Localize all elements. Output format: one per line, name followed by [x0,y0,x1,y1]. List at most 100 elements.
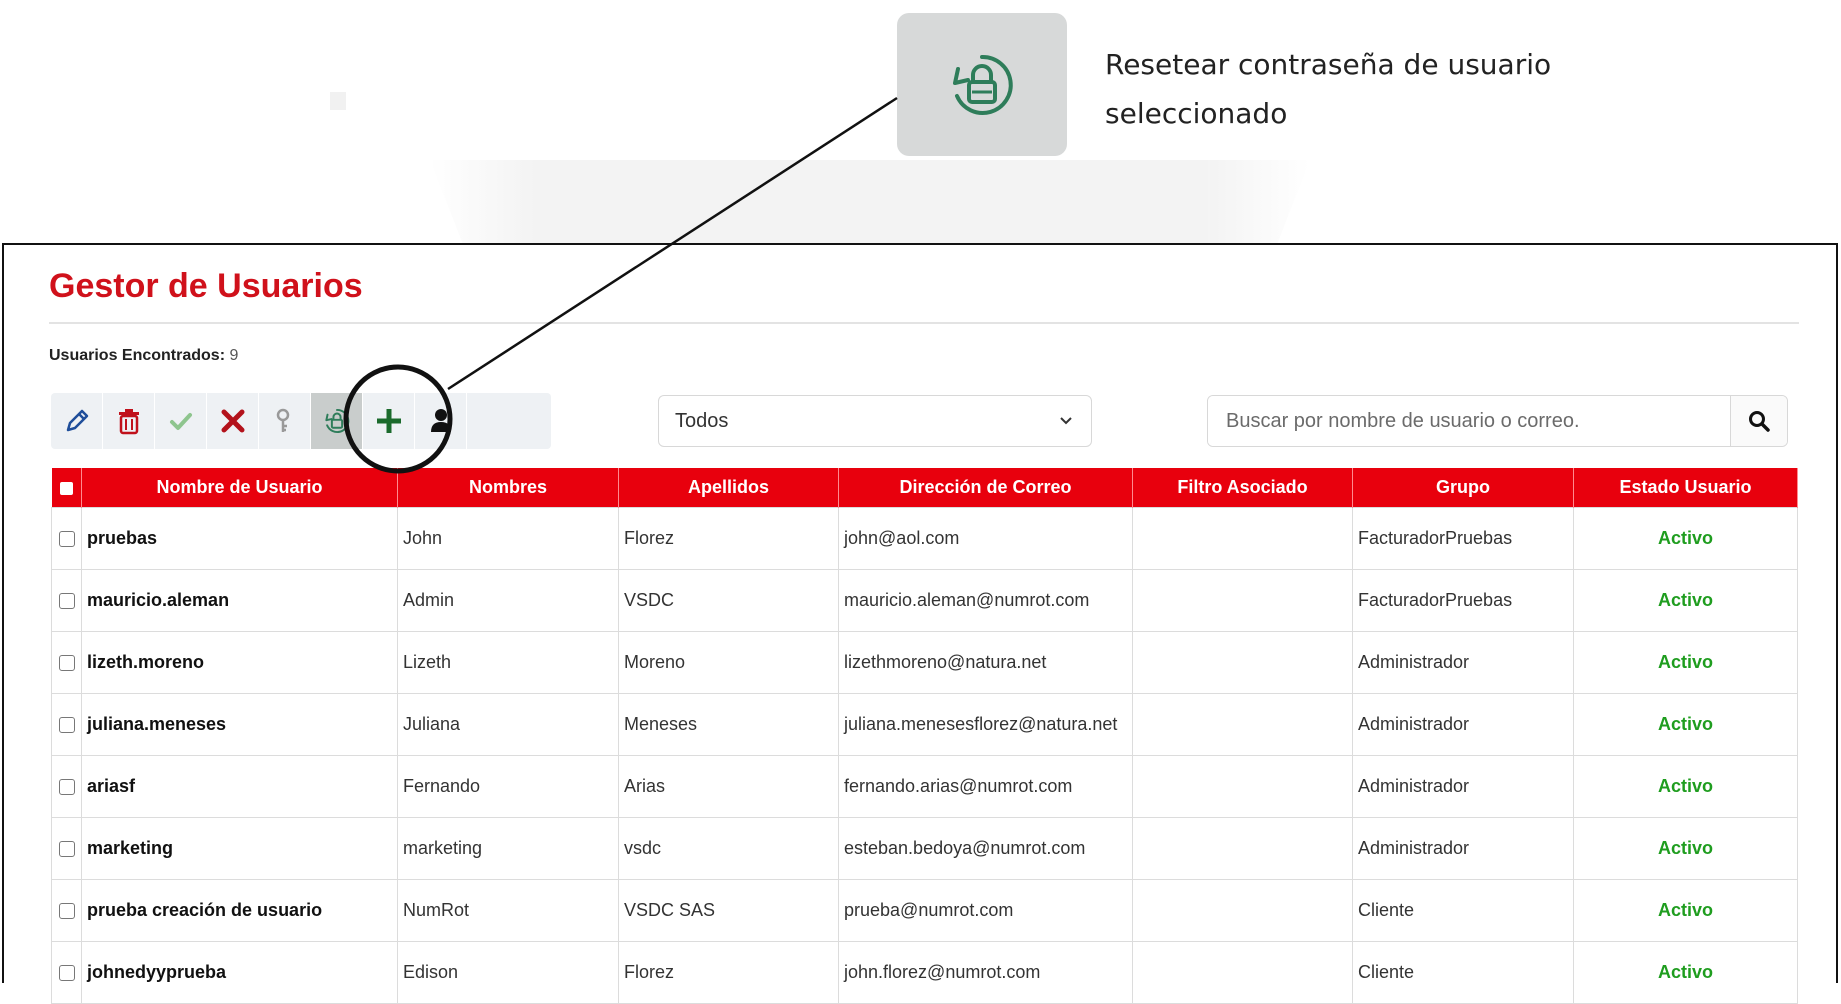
table-row[interactable]: ariasf Fernando Arias fernando.arias@numrot… [51,755,1798,818]
users-table: Nombre de Usuario Nombres Apellidos Dire… [51,468,1798,1004]
search-button[interactable] [1730,396,1787,446]
row-checkbox[interactable] [51,569,82,632]
cell-names: Juliana [397,693,619,756]
users-found-count: 9 [229,347,239,364]
cell-status: Activo [1573,693,1798,756]
cell-names: John [397,507,619,570]
row-checkbox[interactable] [51,631,82,694]
search-icon [1749,411,1770,432]
table-row[interactable]: prueba creación de usuario NumRot VSDC SAS… [51,879,1798,942]
select-all-checkbox[interactable] [51,468,82,508]
cell-surnames: Arias [618,755,839,818]
table-row[interactable]: marketing marketing vsdc esteban.bedoya@num… [51,817,1798,880]
page-title: Gestor de Usuarios [49,267,363,305]
cell-status: Activo [1573,755,1798,818]
cell-filter [1132,569,1353,632]
cell-group: Administrador [1352,755,1574,818]
checkbox[interactable] [58,593,75,610]
cell-username: mauricio.aleman [81,569,398,632]
cell-status: Activo [1573,879,1798,942]
header-surnames[interactable]: Apellidos [618,468,839,508]
row-checkbox[interactable] [51,755,82,818]
checkbox[interactable] [58,655,75,672]
cell-surnames: vsdc [618,817,839,880]
cell-surnames: Florez [618,507,839,570]
activate-button[interactable] [155,393,207,449]
cell-filter [1132,941,1353,1004]
header-group[interactable]: Grupo [1352,468,1574,508]
reset-password-button[interactable] [311,393,363,449]
key-button[interactable] [259,393,311,449]
add-user-button[interactable] [363,393,415,449]
table-row[interactable]: lizeth.moreno Lizeth Moreno lizethmoreno@na… [51,631,1798,694]
checkbox[interactable] [58,841,75,858]
row-checkbox[interactable] [51,693,82,756]
cell-email: prueba@numrot.com [838,879,1133,942]
cell-surnames: VSDC [618,569,839,632]
cell-email: lizethmoreno@natura.net [838,631,1133,694]
user-manager-panel: Gestor de Usuarios Usuarios Encontrados:… [2,243,1838,1004]
cell-username: marketing [81,817,398,880]
deactivate-button[interactable] [207,393,259,449]
header-names[interactable]: Nombres [397,468,619,508]
title-divider [49,322,1799,324]
row-checkbox[interactable] [51,941,82,1004]
cell-username: lizeth.moreno [81,631,398,694]
cell-group: Cliente [1352,879,1574,942]
edit-button[interactable] [51,393,103,449]
users-found-label: Usuarios Encontrados: [49,347,226,364]
cell-surnames: Florez [618,941,839,1004]
row-checkbox[interactable] [51,879,82,942]
row-checkbox[interactable] [51,507,82,570]
header-filter[interactable]: Filtro Asociado [1132,468,1353,508]
cell-names: Admin [397,569,619,632]
plus-icon [376,409,401,433]
cell-names: Edison [397,941,619,1004]
cell-group: Administrador [1352,817,1574,880]
cell-username: pruebas [81,507,398,570]
check-icon [169,413,192,430]
cell-username: ariasf [81,755,398,818]
search-box [1207,395,1788,447]
close-icon [221,409,244,433]
cell-email: mauricio.aleman@numrot.com [838,569,1133,632]
cell-names: marketing [397,817,619,880]
key-icon [276,408,289,432]
table-row[interactable]: juliana.meneses Juliana Meneses juliana.men… [51,693,1798,756]
header-username[interactable]: Nombre de Usuario [81,468,398,508]
header-email[interactable]: Dirección de Correo [838,468,1133,508]
cell-filter [1132,817,1353,880]
row-checkbox[interactable] [51,817,82,880]
cell-username: johnedyyprueba [81,941,398,1004]
checkbox[interactable] [58,717,75,734]
cell-status: Activo [1573,631,1798,694]
checkbox[interactable] [58,903,75,920]
user-icon [430,409,451,432]
callout-line-1: Resetear contraseña de usuario [1105,48,1552,81]
callout-line-2: seleccionado [1105,97,1288,130]
user-profile-button[interactable] [415,393,467,449]
table-row[interactable]: mauricio.aleman Admin VSDC mauricio.aleman@… [51,569,1798,632]
cell-email: esteban.bedoya@numrot.com [838,817,1133,880]
cell-filter [1132,755,1353,818]
search-input[interactable] [1208,396,1730,446]
table-row[interactable]: johnedyyprueba Edison Florez john.florez@nu… [51,941,1798,1004]
delete-button[interactable] [103,393,155,449]
cell-group: FacturadorPruebas [1352,569,1574,632]
cell-status: Activo [1573,941,1798,1004]
checkbox[interactable] [58,531,75,548]
group-filter-select[interactable]: Todos [658,395,1092,447]
callout-caption: Resetear contraseña de usuario seleccion… [1105,40,1625,138]
pencil-icon [66,409,88,432]
checkbox[interactable] [58,965,75,982]
table-row[interactable]: pruebas John Florez john@aol.com FacturadorP… [51,507,1798,570]
header-status[interactable]: Estado Usuario [1573,468,1798,508]
background-mark [330,92,346,110]
checkbox[interactable] [58,779,75,796]
cell-group: Administrador [1352,631,1574,694]
cell-group: Cliente [1352,941,1574,1004]
background-watermark [430,160,1310,250]
cell-email: john.florez@numrot.com [838,941,1133,1004]
cell-status: Activo [1573,507,1798,570]
cell-filter [1132,693,1353,756]
